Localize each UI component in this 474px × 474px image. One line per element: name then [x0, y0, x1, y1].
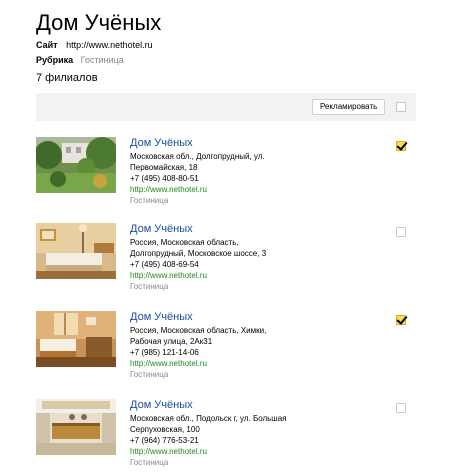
branch-address-line: Московская обл., Долгопрудный, ул. — [130, 152, 265, 161]
hotel-room-photo[interactable] — [36, 223, 116, 279]
rubric-row: Рубрика Гостиница — [36, 55, 124, 65]
page-title: Дом Учёных — [36, 10, 162, 35]
branch-category[interactable]: Гостиница — [130, 195, 265, 206]
branch-address-line: Московская обл., Подольск г, ул. Большая — [130, 414, 287, 423]
branch-info: Дом Учёных Россия, Московская область, Х… — [130, 311, 266, 380]
rubric-label: Рубрика — [36, 55, 74, 65]
branch-phone: +7 (985) 121-14-06 — [130, 348, 199, 357]
site-link[interactable]: http://www.nethotel.ru — [66, 40, 153, 50]
branch-info: Дом Учёных Московская обл., Подольск г, … — [130, 399, 287, 468]
select-all-checkbox[interactable] — [396, 102, 406, 112]
branch-category[interactable]: Гостиница — [130, 369, 266, 380]
branch-address-line: Россия, Московская область, Химки, — [130, 326, 267, 335]
lobby-photo[interactable] — [36, 399, 116, 455]
branch-name-link[interactable]: Дом Учёных — [130, 311, 266, 324]
branch-item: Дом Учёных Россия, Московская область, Д… — [36, 223, 416, 303]
branch-url-link[interactable]: http://www.nethotel.ru — [130, 184, 265, 195]
branch-item: Дом Учёных Московская обл., Подольск г, … — [36, 399, 416, 474]
bedroom-photo[interactable] — [36, 311, 116, 367]
branch-item: Дом Учёных Россия, Московская область, Х… — [36, 311, 416, 391]
branch-category[interactable]: Гостиница — [130, 281, 266, 292]
branch-url-link[interactable]: http://www.nethotel.ru — [130, 446, 287, 457]
branch-phone: +7 (495) 408-69-54 — [130, 260, 199, 269]
branch-name-link[interactable]: Дом Учёных — [130, 137, 265, 150]
branch-address-line: Серпуховская, 100 — [130, 425, 200, 434]
branch-url-link[interactable]: http://www.nethotel.ru — [130, 358, 266, 369]
branch-name-link[interactable]: Дом Учёных — [130, 223, 266, 236]
branch-checkbox[interactable] — [396, 141, 406, 151]
branch-checkbox[interactable] — [396, 315, 406, 325]
branch-address-line: Рабочая улица, 2Ак31 — [130, 337, 213, 346]
branch-name-link[interactable]: Дом Учёных — [130, 399, 287, 412]
garden-photo[interactable] — [36, 137, 116, 193]
branch-address-line: Первомайская, 18 — [130, 163, 198, 172]
site-label: Сайт — [36, 40, 58, 50]
branch-phone: +7 (495) 408-80-51 — [130, 174, 199, 183]
branch-category[interactable]: Гостиница — [130, 457, 287, 468]
advertise-button[interactable]: Рекламировать — [312, 99, 386, 115]
branch-checkbox[interactable] — [396, 227, 406, 237]
branch-phone: +7 (964) 776-53-21 — [130, 436, 199, 445]
branches-toolbar: Рекламировать — [36, 93, 416, 121]
branch-item: Дом Учёных Московская обл., Долгопрудный… — [36, 137, 416, 217]
branch-info: Дом Учёных Россия, Московская область, Д… — [130, 223, 266, 292]
branch-address-line: Россия, Московская область, — [130, 238, 239, 247]
branches-count: 7 филиалов — [36, 72, 98, 84]
rubric-value[interactable]: Гостиница — [81, 55, 124, 65]
branch-checkbox[interactable] — [396, 403, 406, 413]
branch-info: Дом Учёных Московская обл., Долгопрудный… — [130, 137, 265, 206]
branch-url-link[interactable]: http://www.nethotel.ru — [130, 270, 266, 281]
site-row: Сайт http://www.nethotel.ru — [36, 40, 153, 50]
branch-address-line: Долгопрудный, Московское шоссе, 3 — [130, 249, 267, 258]
